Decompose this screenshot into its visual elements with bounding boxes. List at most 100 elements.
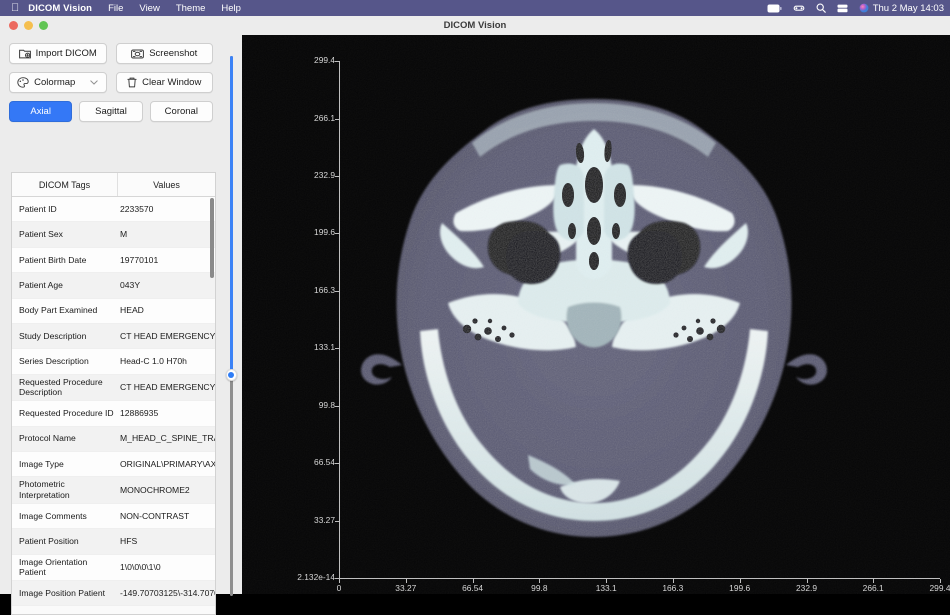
chevron-down-icon	[90, 80, 99, 85]
menu-item-view[interactable]: View	[139, 3, 159, 14]
table-cell-value: HFS	[120, 536, 138, 547]
y-axis-tick-label: 66.54	[314, 457, 335, 468]
table-cell-tag: Study Description	[19, 330, 87, 341]
table-row[interactable]: Study Description CT HEAD EMERGENCY	[12, 323, 215, 350]
menu-item-file[interactable]: File	[108, 3, 123, 14]
table-row[interactable]: Patient Birth Date 19770101	[12, 247, 215, 274]
ct-image-plot[interactable]: 2.132e-14 33.27 66.54 99.8 133.1 166.3 199.6 23…	[242, 35, 950, 594]
siri-icon[interactable]	[859, 3, 869, 13]
table-row[interactable]: Patient ID 2233570	[12, 197, 215, 223]
column-header-values: Values	[153, 179, 180, 190]
y-axis-tick-mark	[335, 61, 339, 62]
control-center-icon[interactable]	[793, 4, 805, 13]
table-row[interactable]: Photometric Interpretation MONOCHROME2	[12, 477, 215, 504]
table-row[interactable]: Image Comments NON-CONTRAST	[12, 503, 215, 530]
x-axis-tick-mark	[539, 579, 541, 583]
table-cell-tag: Requested Procedure ID	[19, 408, 114, 419]
y-axis-tick-mark	[335, 463, 339, 465]
table-cell-tag: Body Part Examined	[19, 305, 98, 316]
table-cell-value: CT HEAD EMERGENCY	[120, 330, 215, 341]
orientation-axial-button[interactable]: Axial	[9, 101, 73, 122]
column-header-tags: DICOM Tags	[12, 173, 118, 196]
y-axis-tick-label: 199.6	[314, 227, 335, 238]
x-axis-tick-label: 133.1	[595, 583, 617, 593]
table-scrollbar[interactable]	[210, 198, 214, 614]
dicom-tags-table: DICOM Tags Values Patient ID 2233570 Patie…	[11, 172, 216, 615]
table-cell-value: 19770101	[120, 254, 159, 265]
table-cell-tag: Image Orientation Patient	[19, 556, 88, 578]
table-row[interactable]: Patient Position HFS	[12, 529, 215, 555]
table-cell-value: Head-C 1.0 H70h	[120, 356, 187, 367]
y-axis-line	[339, 61, 340, 578]
x-axis-tick-mark	[873, 579, 875, 583]
toolbar-row-2: Colormap Clear Window	[9, 72, 213, 93]
table-row[interactable]: Requested Procedure Description CT HEAD E…	[12, 374, 215, 402]
table-row[interactable]: Patient Age 043Y	[12, 273, 215, 299]
slider-handle-dot	[228, 371, 235, 378]
x-axis-tick-mark	[405, 579, 407, 583]
apple-logo-icon[interactable]: 	[11, 2, 19, 14]
colormap-dropdown[interactable]: Colormap	[9, 72, 107, 93]
table-cell-tag: Image Comments	[19, 510, 87, 521]
menu-item-help[interactable]: Help	[221, 3, 241, 14]
table-cell-value: 1\0\0\0\1\0	[120, 561, 161, 572]
x-axis-tick-mark	[806, 579, 808, 583]
maximize-button[interactable]	[39, 21, 48, 30]
table-cell-tag: Patient ID	[19, 203, 57, 214]
x-axis-line	[339, 578, 940, 579]
table-cell-value: M_HEAD_C_SPINE_TRAU	[120, 433, 215, 444]
folder-import-icon	[18, 48, 31, 59]
orientation-sagittal-button[interactable]: Sagittal	[79, 101, 143, 122]
import-dicom-button[interactable]: Import DICOM	[9, 43, 107, 64]
table-cell-tag: Photometric Interpretation	[19, 479, 70, 501]
x-axis-tick-mark	[940, 579, 941, 583]
table-cell-value: CT HEAD EMERGENCY	[120, 382, 215, 393]
x-axis-tick-label: 66.54	[462, 583, 484, 593]
x-axis-tick-mark	[606, 579, 608, 583]
table-cell-value: 12886935	[120, 408, 159, 419]
screenshot-button[interactable]: Screenshot	[115, 43, 213, 64]
table-row[interactable]: Body Part Examined HEAD	[12, 298, 215, 324]
x-axis-tick-label: 266.1	[862, 583, 884, 593]
menu-clock[interactable]: Thu 2 May 14:03	[873, 3, 944, 14]
table-cell-value: 2233570	[120, 203, 154, 214]
table-row[interactable]: Image Type ORIGINAL\PRIMARY\AXIA	[12, 451, 215, 478]
y-axis-tick-label: 2.132e-14	[297, 572, 335, 582]
orientation-coronal-button[interactable]: Coronal	[149, 101, 213, 122]
table-cell-value: 043Y	[120, 280, 141, 290]
slice-slider[interactable]	[225, 56, 237, 596]
table-cell-tag: Patient Birth Date	[19, 254, 87, 265]
minimize-button[interactable]	[24, 21, 33, 30]
toolbar-row-1: Import DICOM Screenshot	[9, 43, 213, 64]
menu-app-name[interactable]: DICOM Vision	[28, 3, 92, 14]
menu-item-theme[interactable]: Theme	[176, 3, 206, 14]
traffic-lights	[0, 21, 48, 30]
window-title: DICOM Vision	[443, 20, 507, 31]
screenshot-label: Screenshot	[149, 48, 198, 59]
battery-icon[interactable]	[767, 4, 782, 13]
table-row[interactable]: Requested Procedure ID 12886935	[12, 401, 215, 427]
x-axis-tick-mark	[472, 579, 474, 583]
screen-mirroring-icon[interactable]	[837, 4, 848, 13]
search-icon[interactable]	[816, 3, 826, 13]
clear-window-button[interactable]: Clear Window	[115, 72, 213, 93]
close-button[interactable]	[9, 21, 18, 30]
image-viewer[interactable]: 2.132e-14 33.27 66.54 99.8 133.1 166.3 199.6 23…	[242, 35, 950, 594]
palette-icon	[17, 77, 29, 88]
trash-icon	[127, 77, 137, 88]
table-row[interactable]: Image Orientation Patient 1\0\0\0\1\0	[12, 554, 215, 582]
table-cell-tag: Patient Position	[19, 536, 79, 547]
table-scrollbar-thumb[interactable]	[210, 198, 214, 278]
table-row[interactable]: Series Description Head-C 1.0 H70h	[12, 349, 215, 375]
table-cell-value: MONOCHROME2	[120, 484, 190, 495]
y-axis-tick-mark	[335, 290, 339, 292]
orientation-segmented-control: Axial Sagittal Coronal	[9, 101, 213, 122]
table-cell-tag: Requested Procedure Description	[19, 376, 103, 398]
menu-tray	[767, 3, 869, 13]
ct-scan-image[interactable]	[242, 35, 950, 594]
table-row[interactable]: Protocol Name M_HEAD_C_SPINE_TRAU	[12, 426, 215, 452]
slider-handle[interactable]	[225, 369, 237, 381]
table-cell-tag: Patient Sex	[19, 229, 63, 240]
table-cell-tag: Patient Age	[19, 280, 63, 290]
table-row[interactable]: Patient Sex M	[12, 222, 215, 248]
